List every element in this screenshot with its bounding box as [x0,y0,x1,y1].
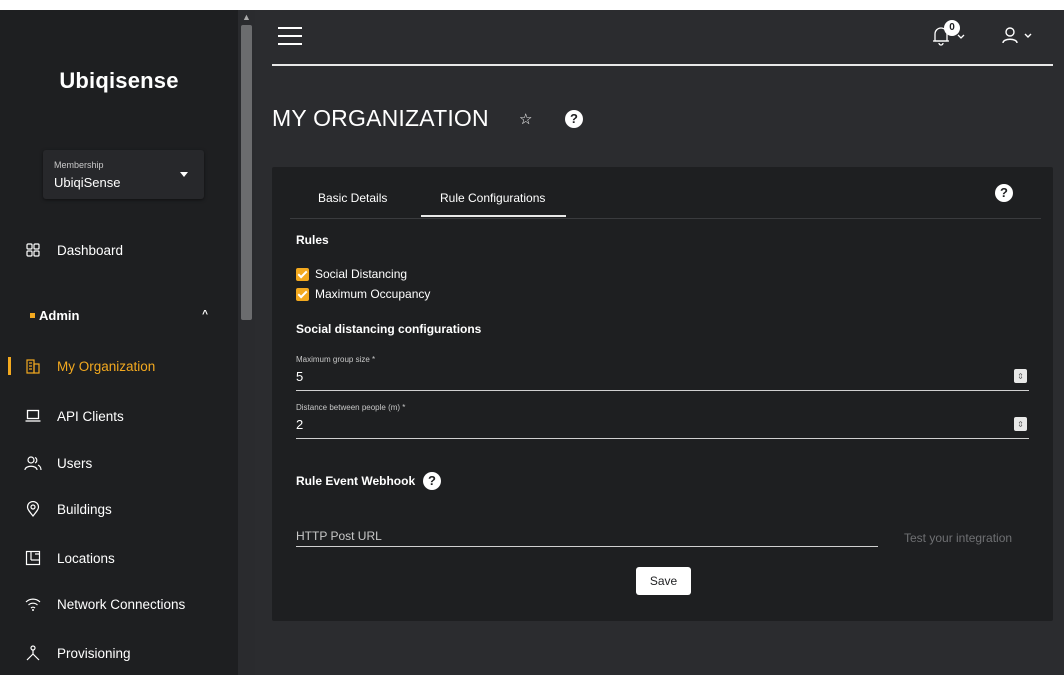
provisioning-icon [24,644,42,662]
active-tab-indicator [421,215,566,217]
sidebar-item-label: Dashboard [57,242,124,258]
user-icon [1002,27,1032,44]
page-title: MY ORGANIZATION [272,105,489,131]
sidebar-item-dashboard[interactable]: Dashboard [0,235,238,265]
card-help-icon[interactable]: ? [995,184,1013,202]
floorplan-icon [24,549,42,567]
location-pin-icon [24,500,42,518]
rule-social-distancing[interactable]: Social Distancing [296,266,407,282]
admin-marker [30,313,35,318]
max-group-size-field[interactable]: Maximum group size * 5 ⇕ [296,355,1029,391]
tab-rule-configurations[interactable]: Rule Configurations [440,191,545,205]
user-menu-button[interactable] [1000,24,1044,46]
header-divider [272,64,1053,66]
membership-label: Membership [54,160,104,170]
sidebar-item-buildings[interactable]: Buildings [0,494,238,524]
sidebar-item-users[interactable]: Users [0,448,238,478]
wifi-icon [24,595,42,613]
settings-card [272,167,1053,621]
sidebar-scrollbar-thumb[interactable] [241,25,252,320]
laptop-icon [24,407,42,425]
notifications-button[interactable]: 0 [931,20,971,46]
field-value: 2 [296,417,304,432]
sidebar-item-label: API Clients [57,408,124,424]
sidebar-item-provisioning[interactable]: Provisioning [0,638,238,668]
caret-down-icon [180,172,188,177]
checkbox-checked-icon[interactable] [296,287,309,301]
sidebar-item-network-connections[interactable]: Network Connections [0,589,238,619]
tabs-divider [290,218,1041,219]
sidebar-item-label: Network Connections [57,596,186,612]
number-stepper-icon[interactable]: ⇕ [1014,417,1027,431]
checkbox-checked-icon[interactable] [296,267,309,281]
rule-maximum-occupancy[interactable]: Maximum Occupancy [296,286,430,302]
rule-label: Social Distancing [315,267,408,281]
admin-section-toggle[interactable]: Admin ^ [30,306,220,326]
brand-logo: Ubiqisense [59,68,179,93]
rules-section-title: Rules [296,233,329,247]
membership-select[interactable]: Membership UbiqiSense [43,150,204,199]
sidebar-item-label: Locations [57,550,115,566]
admin-label: Admin [39,308,80,323]
membership-value: UbiqiSense [54,175,121,190]
sidebar-item-label: Buildings [57,501,112,517]
distance-between-people-field[interactable]: Distance between people (m) * 2 ⇕ [296,403,1029,439]
field-label: Maximum group size * [296,355,376,364]
building-icon [24,357,42,375]
field-label: Distance between people (m) * [296,403,406,412]
save-button[interactable]: Save [636,567,691,595]
dashboard-icon [24,241,42,259]
sidebar-item-my-organization[interactable]: My Organization [0,351,238,381]
number-stepper-icon[interactable]: ⇕ [1014,369,1027,383]
sidebar-item-api-clients[interactable]: API Clients [0,401,238,431]
http-post-url-field[interactable] [296,527,878,547]
sidebar-item-label: My Organization [57,358,156,374]
rule-label: Maximum Occupancy [315,287,431,301]
field-value: 5 [296,369,304,384]
social-distancing-section-title: Social distancing configurations [296,322,482,336]
sidebar-item-label: Provisioning [57,645,131,661]
webhook-help-icon[interactable]: ? [423,472,441,490]
favorite-star-icon[interactable]: ☆ [519,110,532,128]
users-icon [24,454,42,472]
chevron-up-icon: ^ [202,309,208,320]
sidebar-item-locations[interactable]: Locations [0,543,238,573]
http-post-url-input[interactable] [296,527,878,545]
test-integration-link[interactable]: Test your integration [904,531,1012,545]
page-help-icon[interactable]: ? [565,110,583,128]
webhook-section-title: Rule Event Webhook [296,474,416,488]
sidebar-item-label: Users [57,455,93,471]
menu-toggle-icon[interactable] [278,27,302,45]
sidebar [0,10,255,675]
tab-basic-details[interactable]: Basic Details [318,191,387,205]
scroll-up-icon[interactable]: ▲ [238,10,255,24]
notification-count-badge: 0 [944,20,960,36]
